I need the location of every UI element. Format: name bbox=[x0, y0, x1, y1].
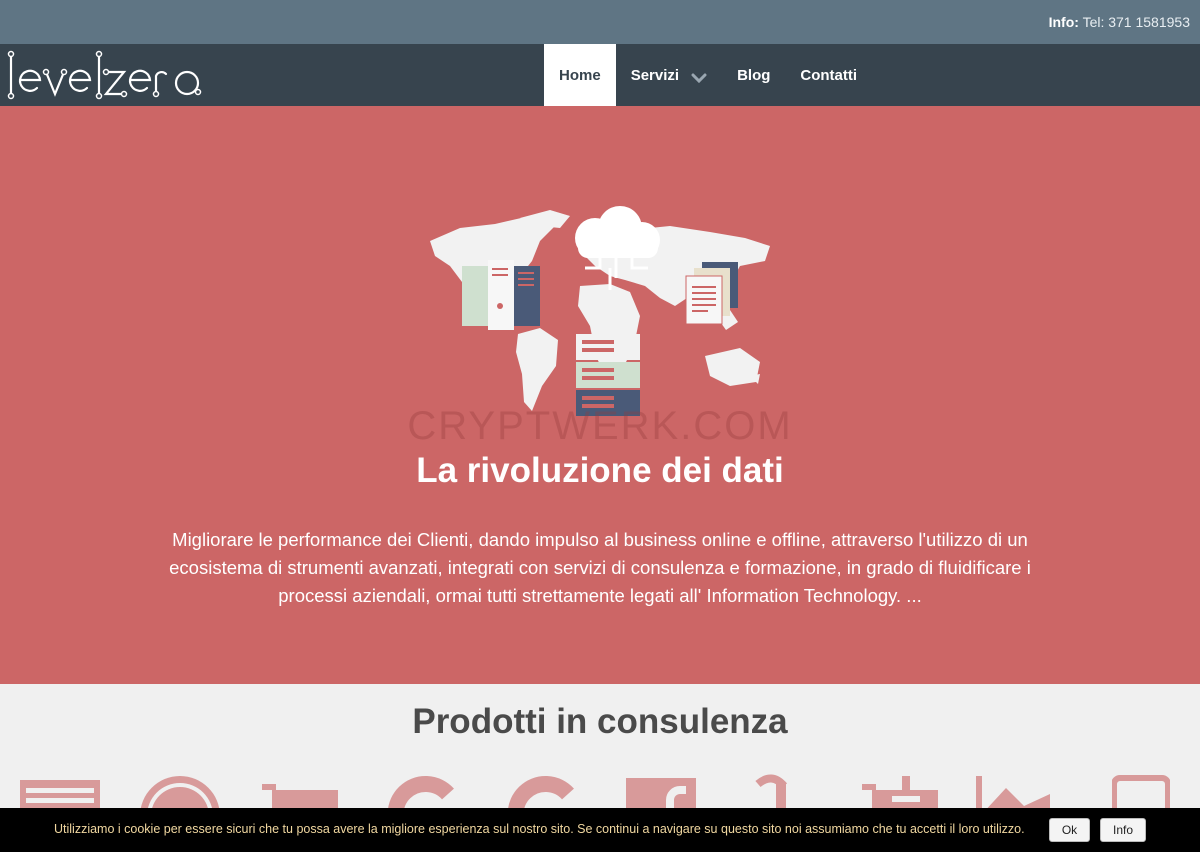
cookie-message: Utilizziamo i cookie per essere sicuri c… bbox=[54, 822, 1025, 836]
levelzero-logo[interactable] bbox=[6, 48, 212, 102]
info-label: Info: bbox=[1048, 14, 1079, 30]
cookie-ok-button[interactable]: Ok bbox=[1049, 818, 1090, 842]
chevron-down-icon bbox=[691, 70, 707, 84]
nav-servizi-label: Servizi bbox=[630, 66, 680, 84]
nav-home[interactable]: Home bbox=[544, 44, 616, 106]
nav-blog[interactable]: Blog bbox=[722, 44, 785, 106]
hero-section: CRYPTWERK.COM La rivoluzione dei dati Mi… bbox=[0, 106, 1200, 684]
cookie-info-button[interactable]: Info bbox=[1100, 818, 1146, 842]
nav-contatti[interactable]: Contatti bbox=[785, 44, 872, 106]
nav-blog-label: Blog bbox=[737, 66, 771, 84]
hero-title: La rivoluzione dei dati bbox=[416, 451, 784, 490]
hero-description: Migliorare le performance dei Clienti, d… bbox=[169, 529, 1031, 606]
nav-servizi[interactable]: Servizi bbox=[616, 44, 722, 106]
main-menu: Home Servizi Blog Contatti bbox=[544, 44, 872, 106]
nav-home-label: Home bbox=[559, 66, 601, 84]
top-info-bar: Info: Tel: 371 1581953 bbox=[0, 0, 1200, 44]
watermark: CRYPTWERK.COM bbox=[407, 404, 793, 448]
products-title: Prodotti in consulenza bbox=[412, 702, 788, 741]
contact-info: Info: Tel: 371 1581953 bbox=[1049, 14, 1190, 30]
nav-contatti-label: Contatti bbox=[800, 66, 858, 84]
phone-number[interactable]: Tel: 371 1581953 bbox=[1083, 14, 1190, 30]
cookie-banner: Utilizziamo i cookie per essere sicuri c… bbox=[0, 808, 1200, 852]
main-navbar: Home Servizi Blog Contatti bbox=[0, 44, 1200, 106]
